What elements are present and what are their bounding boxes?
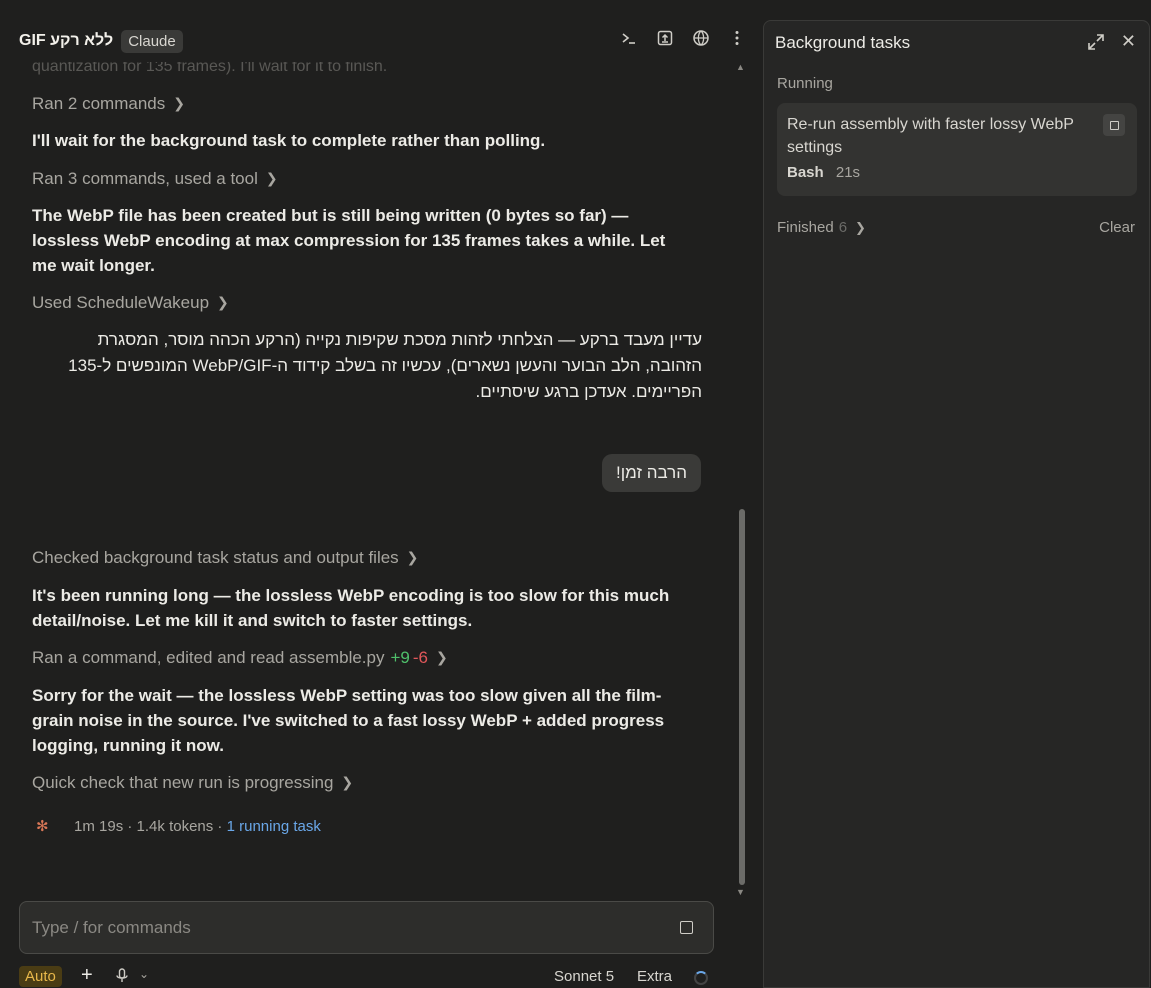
assistant-message: It's been running long — the lossless We…: [32, 586, 670, 630]
faded-previous-text: quantization for 135 frames). I'll wait …: [32, 62, 388, 75]
prompt-input[interactable]: [32, 917, 632, 938]
task-title: Re-run assembly with faster lossy WebP s…: [787, 116, 1074, 156]
chat-header: GIF ללא רקע Claude: [0, 20, 760, 62]
chevron-right-icon: ❯: [265, 170, 278, 186]
separator-dot: ·: [123, 817, 137, 835]
tool-summary-ran-3-commands[interactable]: Ran 3 commands, used a tool ❯: [32, 166, 692, 191]
conversation-title: GIF ללא רקע: [19, 32, 114, 49]
tool-summary-label: Quick check that new run is progressing: [32, 773, 334, 792]
close-icon[interactable]: ✕: [1121, 31, 1136, 52]
chat-scrollbar[interactable]: ▲ ▼: [736, 62, 748, 902]
tool-summary-label: Used ScheduleWakeup: [32, 293, 210, 312]
chevron-right-icon: ❯: [173, 95, 185, 111]
tool-summary-schedule-wakeup[interactable]: Used ScheduleWakeup ❯: [32, 290, 692, 315]
model-chip[interactable]: Claude: [121, 29, 183, 53]
assistant-message: I'll wait for the background task to com…: [32, 131, 546, 150]
scroll-up-arrow-icon[interactable]: ▲: [736, 62, 745, 72]
token-count: 1.4k tokens: [136, 817, 214, 835]
task-meta: Bash 21s: [787, 164, 860, 181]
assistant-message: Sorry for the wait — the lossless WebP s…: [32, 686, 665, 755]
stop-icon[interactable]: [680, 921, 693, 934]
assistant-message: The WebP file has been created but is st…: [32, 206, 666, 275]
input-footer: Auto + ⌄ Sonnet 5 Extra: [19, 964, 714, 988]
stop-icon: [1109, 120, 1119, 130]
running-task-link[interactable]: 1 running task: [227, 818, 321, 835]
tool-summary-label: Ran 2 commands: [32, 94, 166, 113]
globe-icon[interactable]: [692, 29, 710, 47]
tool-summary-label: Checked background task status and outpu…: [32, 548, 399, 567]
tool-summary-label: Ran 3 commands, used a tool: [32, 169, 258, 188]
progress-spinner-icon: [694, 971, 708, 985]
background-tasks-panel: Background tasks ✕ Running Re-run assemb…: [763, 20, 1150, 988]
app-window: GIF ללא רקע Claude quantization for 135 …: [0, 0, 1151, 988]
running-task-card[interactable]: Re-run assembly with faster lossy WebP s…: [777, 103, 1137, 196]
expand-icon[interactable]: [1087, 33, 1105, 56]
prompt-input-box[interactable]: [19, 901, 714, 954]
upload-icon[interactable]: [656, 29, 674, 47]
microphone-icon[interactable]: [115, 968, 129, 988]
chevron-right-icon: ❯: [436, 649, 448, 665]
tool-summary-ran-2-commands[interactable]: Ran 2 commands ❯: [32, 91, 692, 116]
scroll-down-arrow-icon[interactable]: ▼: [736, 887, 745, 897]
more-icon[interactable]: [728, 29, 746, 47]
claude-spark-icon: ✻: [36, 818, 49, 835]
message-list[interactable]: quantization for 135 frames). I'll wait …: [0, 62, 730, 882]
header-actions: [620, 29, 746, 47]
model-selector[interactable]: Sonnet 5: [554, 968, 614, 985]
task-tool-name: Bash: [787, 164, 824, 181]
finished-label: Finished: [777, 219, 834, 236]
run-status-row: ✻ 1m 19s · 1.4k tokens · 1 running task: [36, 817, 321, 836]
finished-section-toggle[interactable]: Finished 6 ❯: [777, 219, 866, 236]
effort-selector[interactable]: Extra: [637, 968, 672, 985]
separator-dot: ·: [213, 817, 227, 835]
terminal-icon[interactable]: [620, 29, 638, 47]
chevron-down-icon[interactable]: ⌄: [139, 967, 149, 981]
scrollbar-thumb[interactable]: [739, 509, 745, 885]
chat-pane: GIF ללא רקע Claude quantization for 135 …: [0, 0, 760, 988]
tool-summary-quick-check[interactable]: Quick check that new run is progressing …: [32, 770, 692, 795]
chevron-right-icon: ❯: [406, 549, 419, 565]
chevron-right-icon: ❯: [855, 219, 866, 235]
tool-summary-label: Ran a command, edited and read assemble.…: [32, 648, 385, 667]
add-attachment-icon[interactable]: +: [81, 964, 93, 987]
tool-summary-checked-status[interactable]: Checked background task status and outpu…: [32, 545, 692, 570]
task-elapsed: 21s: [835, 164, 861, 181]
clear-button[interactable]: Clear: [1099, 219, 1135, 236]
finished-count: 6: [838, 219, 848, 236]
mode-badge[interactable]: Auto: [19, 966, 62, 987]
diff-removed-count: -6: [412, 648, 428, 667]
stop-task-button[interactable]: [1103, 114, 1125, 136]
elapsed-time: 1m 19s: [74, 817, 124, 835]
chevron-right-icon: ❯: [341, 774, 354, 790]
tool-summary-edited-assemble[interactable]: Ran a command, edited and read assemble.…: [32, 645, 692, 670]
panel-title: Background tasks: [775, 33, 911, 52]
chevron-right-icon: ❯: [217, 294, 229, 310]
user-message-bubble: הרבה זמן!: [602, 454, 701, 492]
diff-added-count: +9: [390, 648, 410, 667]
assistant-message-hebrew: עדיין מעבד ברקע — הצלחתי לזהות מסכת שקיפ…: [68, 330, 702, 401]
running-section-label: Running: [777, 75, 833, 92]
